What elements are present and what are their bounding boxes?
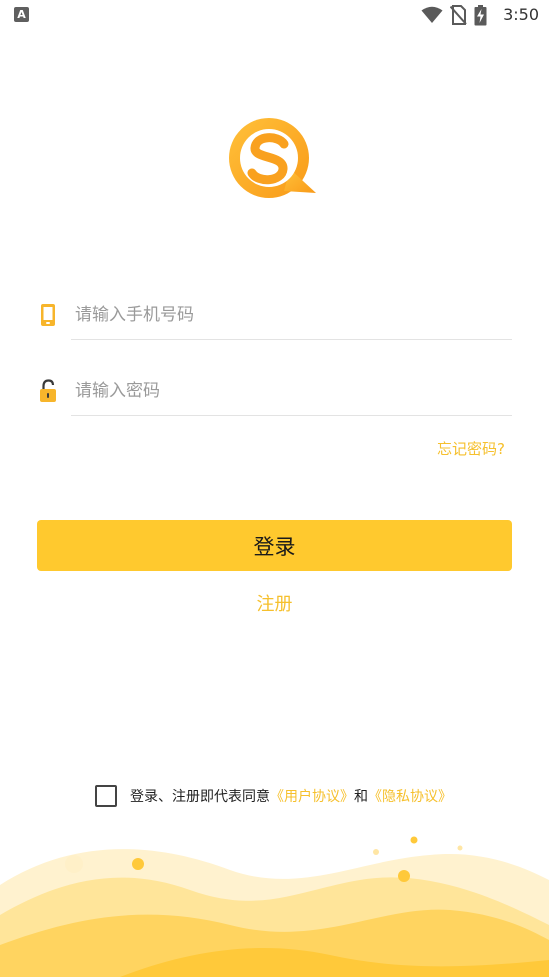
notification-a-icon: A [14,7,29,22]
unlocked-padlock-icon [40,379,56,402]
password-underline [71,415,512,416]
phone-input[interactable] [71,290,512,339]
phone-icon [41,304,55,326]
password-field [36,366,512,416]
phone-field [36,290,512,340]
agreement-text: 登录、注册即代表同意《用户协议》和《隐私协议》 [130,786,452,806]
battery-charging-icon [474,4,487,25]
login-screen: A 3:50 请输入手机号码 忘记密码? 登录 注册 登录、注册即代表同意《用户… [0,0,549,977]
chat-s-logo-icon [229,118,316,198]
phone-underline [71,339,512,340]
no-sim-icon [450,5,467,25]
user-agreement-link[interactable]: 《用户协议》 [270,789,354,805]
wifi-icon [421,6,443,23]
privacy-policy-link[interactable]: 《隐私协议》 [368,789,452,805]
decorative-waves [0,836,549,977]
status-bar: A 3:50 [0,0,549,32]
agreement-checkbox[interactable] [95,785,117,807]
password-input[interactable] [71,366,512,415]
forgot-password-link[interactable]: 忘记密码? [437,438,505,459]
login-button[interactable]: 登录 [37,520,512,571]
status-time: 3:50 [503,5,539,24]
agreement-row: 登录、注册即代表同意《用户协议》和《隐私协议》 [95,784,452,808]
agreement-conjunction: 和 [354,789,368,805]
register-link[interactable]: 注册 [0,590,549,616]
status-icons [421,4,487,25]
agreement-prefix: 登录、注册即代表同意 [130,789,270,805]
